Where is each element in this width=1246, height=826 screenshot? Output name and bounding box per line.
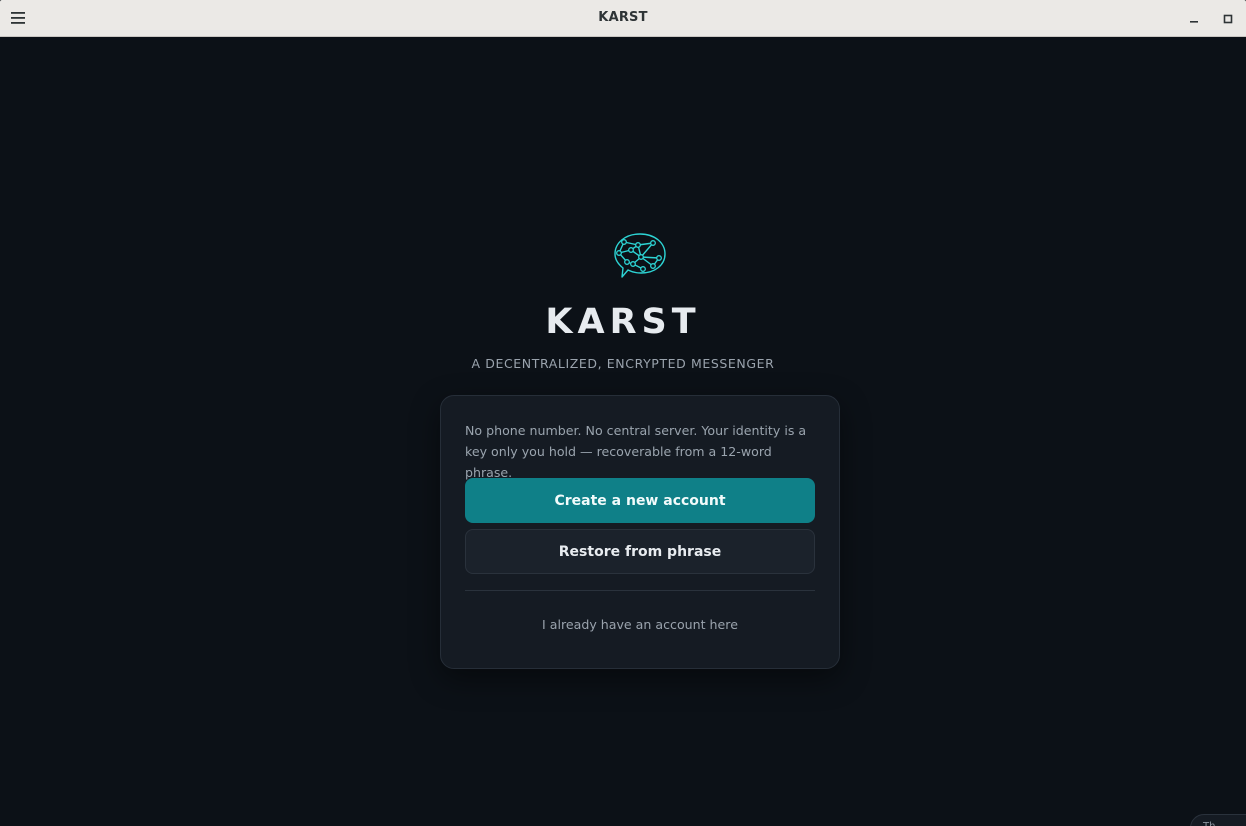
title-bar: KARST xyxy=(0,0,1246,37)
app-name: KARST xyxy=(545,302,701,342)
card-divider xyxy=(465,590,815,591)
card-description: No phone number. No central server. Your… xyxy=(465,423,807,480)
existing-account-link[interactable]: I already have an account here xyxy=(441,617,839,632)
corner-widget-label: Th xyxy=(1203,821,1215,826)
window-title: KARST xyxy=(598,10,648,25)
logo-icon xyxy=(614,233,666,278)
minimize-button[interactable] xyxy=(1183,8,1205,30)
corner-widget[interactable]: Th xyxy=(1190,814,1246,826)
app-window: KARST KARST A DECENTRALIZED, ENCRYPTED M… xyxy=(0,0,1246,826)
onboarding-card: No phone number. No central server. Your… xyxy=(440,395,840,669)
restore-phrase-button[interactable]: Restore from phrase xyxy=(465,529,815,574)
maximize-button[interactable] xyxy=(1217,8,1239,30)
minimize-icon xyxy=(1190,21,1198,23)
tagline: A DECENTRALIZED, ENCRYPTED MESSENGER xyxy=(471,356,775,371)
maximize-icon xyxy=(1223,14,1233,24)
create-account-button[interactable]: Create a new account xyxy=(465,478,815,523)
